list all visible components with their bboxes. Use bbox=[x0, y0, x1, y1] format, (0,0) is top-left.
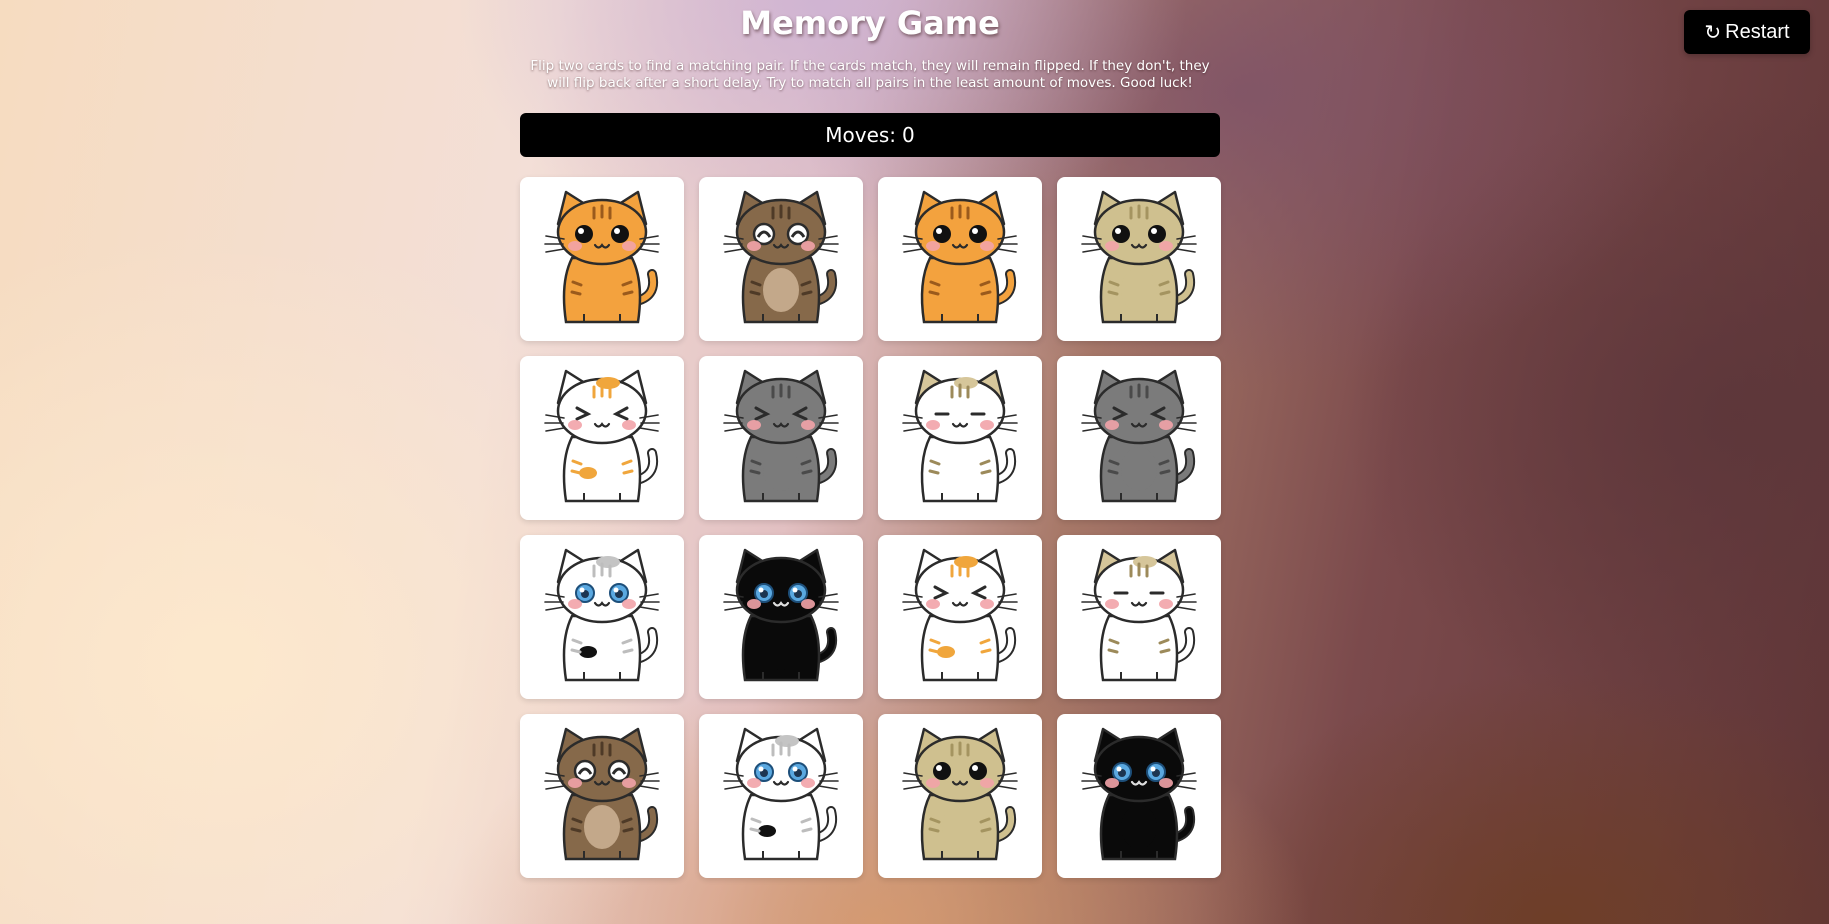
calico-cat-icon bbox=[540, 369, 664, 507]
memory-card[interactable] bbox=[520, 177, 684, 341]
memory-card[interactable] bbox=[1057, 356, 1221, 520]
memory-card[interactable] bbox=[520, 714, 684, 878]
orange-tabby-cat-icon bbox=[898, 190, 1022, 328]
orange-tabby-cat-icon bbox=[540, 190, 664, 328]
memory-card[interactable] bbox=[878, 714, 1042, 878]
restart-icon: ↻ bbox=[1704, 21, 1722, 44]
calico-cat-icon bbox=[898, 548, 1022, 686]
memory-card[interactable] bbox=[520, 535, 684, 699]
beige-cat-icon bbox=[1077, 190, 1201, 328]
moves-counter: Moves: 0 bbox=[520, 113, 1220, 157]
black-cat-icon bbox=[719, 548, 843, 686]
memory-card[interactable] bbox=[520, 356, 684, 520]
page-title: Memory Game bbox=[740, 4, 1000, 42]
memory-card[interactable] bbox=[1057, 177, 1221, 341]
brown-tabby-cat-icon bbox=[719, 190, 843, 328]
memory-card[interactable] bbox=[699, 356, 863, 520]
white-spotted-cat-icon bbox=[719, 727, 843, 865]
beige-cat-icon bbox=[898, 727, 1022, 865]
memory-card[interactable] bbox=[699, 535, 863, 699]
moves-value: 0 bbox=[902, 123, 915, 147]
cream-tabby-cat-icon bbox=[1077, 548, 1201, 686]
memory-card[interactable] bbox=[878, 177, 1042, 341]
restart-label: Restart bbox=[1725, 20, 1790, 43]
card-grid bbox=[520, 177, 1221, 878]
gray-tabby-cat-icon bbox=[1077, 369, 1201, 507]
restart-button[interactable]: ↻ Restart bbox=[1684, 10, 1810, 54]
brown-tabby-cat-icon bbox=[540, 727, 664, 865]
memory-card[interactable] bbox=[699, 714, 863, 878]
memory-card[interactable] bbox=[878, 356, 1042, 520]
instructions-text: Flip two cards to find a matching pair. … bbox=[530, 58, 1210, 91]
memory-card[interactable] bbox=[1057, 535, 1221, 699]
moves-label: Moves: bbox=[825, 123, 897, 147]
gray-tabby-cat-icon bbox=[719, 369, 843, 507]
white-spotted-cat-icon bbox=[540, 548, 664, 686]
memory-card[interactable] bbox=[699, 177, 863, 341]
memory-card[interactable] bbox=[878, 535, 1042, 699]
cream-tabby-cat-icon bbox=[898, 369, 1022, 507]
black-cat-icon bbox=[1077, 727, 1201, 865]
memory-card[interactable] bbox=[1057, 714, 1221, 878]
